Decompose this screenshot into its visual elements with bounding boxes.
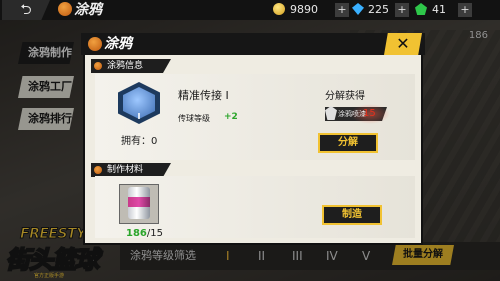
back-arrow-icon: ⮌ — [20, 2, 32, 18]
add-tokens-button[interactable]: + — [458, 3, 472, 17]
section-dot-icon — [94, 166, 102, 174]
modal-title: 涂鸦 — [104, 36, 132, 52]
screen-title: 涂鸦 — [74, 2, 102, 18]
decompose-item-name: 涂鸦喷漆 — [338, 110, 366, 118]
token-count: 41 — [432, 3, 446, 16]
material-section-header: 制作材料 — [91, 163, 171, 177]
decompose-title: 分解获得 — [325, 91, 365, 102]
basketball-icon — [88, 37, 102, 51]
coin-icon — [273, 3, 285, 15]
close-button[interactable]: ✕ — [384, 33, 422, 55]
owned-count: 拥有：0 — [121, 136, 158, 147]
skill-bonus: +2 — [224, 112, 238, 122]
material-have: 186 — [126, 228, 147, 239]
diamond-count: 225 — [368, 3, 389, 16]
add-diamonds-button[interactable]: + — [395, 3, 409, 17]
info-section-header: 涂鸦信息 — [91, 59, 171, 73]
section-dot-icon — [94, 62, 102, 70]
modal-header — [81, 33, 425, 55]
badge-level: I — [137, 112, 141, 121]
add-coins-button[interactable]: + — [335, 3, 349, 17]
make-button[interactable]: 制造 — [322, 205, 382, 225]
material-count: 186/15 — [126, 228, 163, 239]
skill-name: 精准传接 I — [178, 89, 229, 102]
basketball-icon — [58, 2, 72, 16]
coin-count: 9890 — [290, 3, 318, 16]
skill-stat: 传球等级 — [178, 114, 210, 123]
decompose-quantity: 15 — [363, 108, 376, 119]
decompose-button[interactable]: 分解 — [318, 133, 378, 153]
spray-can-label — [128, 197, 150, 207]
material-total: /15 — [146, 228, 163, 239]
